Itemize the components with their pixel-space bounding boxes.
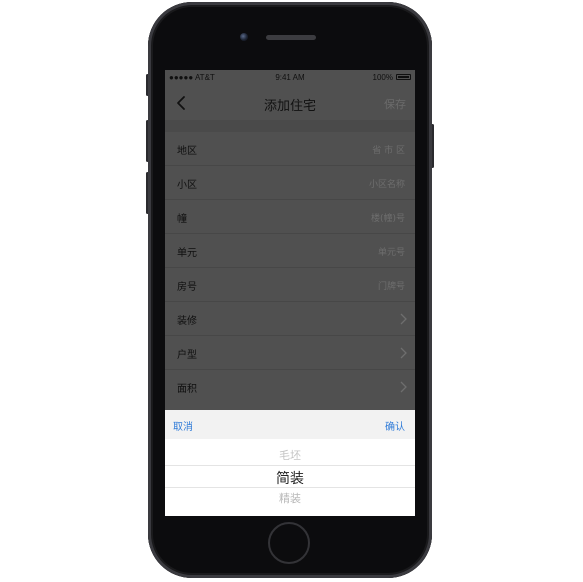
selection-divider	[165, 465, 415, 466]
form-row-unit[interactable]: 单元 单元号	[165, 234, 415, 268]
unit-field[interactable]: 单元号	[378, 245, 405, 258]
confirm-button[interactable]: 确认	[385, 418, 405, 433]
picker-option[interactable]: 精装	[165, 490, 415, 506]
row-label: 地区	[177, 146, 197, 157]
row-label: 面积	[177, 384, 197, 395]
chevron-right-icon	[400, 347, 407, 359]
row-label: 幢	[177, 214, 187, 225]
page-title: 添加住宅	[263, 99, 316, 114]
picker-wheel[interactable]: 毛坯 简装 精装	[165, 439, 415, 516]
chevron-right-icon	[400, 313, 407, 325]
home-button[interactable]	[268, 522, 310, 564]
picker-option[interactable]: 毛坯	[165, 447, 415, 463]
earpiece-speaker	[266, 35, 316, 40]
row-label: 房号	[177, 282, 197, 293]
form-row-region[interactable]: 地区 省 市 区	[165, 132, 415, 166]
room-number-field[interactable]: 门牌号	[378, 279, 405, 292]
region-field[interactable]: 省 市 区	[372, 143, 405, 156]
battery-icon	[396, 74, 411, 80]
front-camera-icon	[240, 33, 248, 41]
navigation-bar: 添加住宅 保存	[165, 86, 415, 120]
row-label: 小区	[177, 180, 197, 191]
picker-option-selected[interactable]: 简装	[165, 468, 415, 488]
building-field[interactable]: 楼(幢)号	[371, 211, 405, 224]
form-row-community[interactable]: 小区 小区名称	[165, 166, 415, 200]
status-bar: ●●●●● AT&T 9:41 AM 100%	[165, 70, 415, 86]
save-button[interactable]: 保存	[384, 96, 406, 112]
cancel-button[interactable]: 取消	[173, 418, 193, 433]
form-row-room[interactable]: 房号 门牌号	[165, 268, 415, 302]
row-label: 户型	[177, 350, 197, 361]
picker-toolbar: 取消 确认	[165, 410, 415, 439]
section-spacer	[165, 120, 415, 132]
community-field[interactable]: 小区名称	[369, 177, 405, 190]
chevron-right-icon	[400, 381, 407, 393]
dimmed-overlay[interactable]: ●●●●● AT&T 9:41 AM 100% 添加住宅 保存 地区 省 市 区…	[165, 70, 415, 410]
form-row-decoration[interactable]: 装修	[165, 302, 415, 336]
form-list: 地区 省 市 区 小区 小区名称 幢 楼(幢)号 单元 单元号 房号 门牌号 装…	[165, 132, 415, 404]
form-row-layout[interactable]: 户型	[165, 336, 415, 370]
row-label: 单元	[177, 248, 197, 259]
battery-percent: 100%	[372, 73, 393, 82]
row-label: 装修	[177, 316, 197, 327]
decoration-picker: 取消 确认 毛坯 简装 精装	[165, 410, 415, 516]
form-row-building[interactable]: 幢 楼(幢)号	[165, 200, 415, 234]
form-row-area[interactable]: 面积	[165, 370, 415, 404]
phone-screen: ●●●●● AT&T 9:41 AM 100% 添加住宅 保存 地区 省 市 区…	[165, 70, 415, 516]
